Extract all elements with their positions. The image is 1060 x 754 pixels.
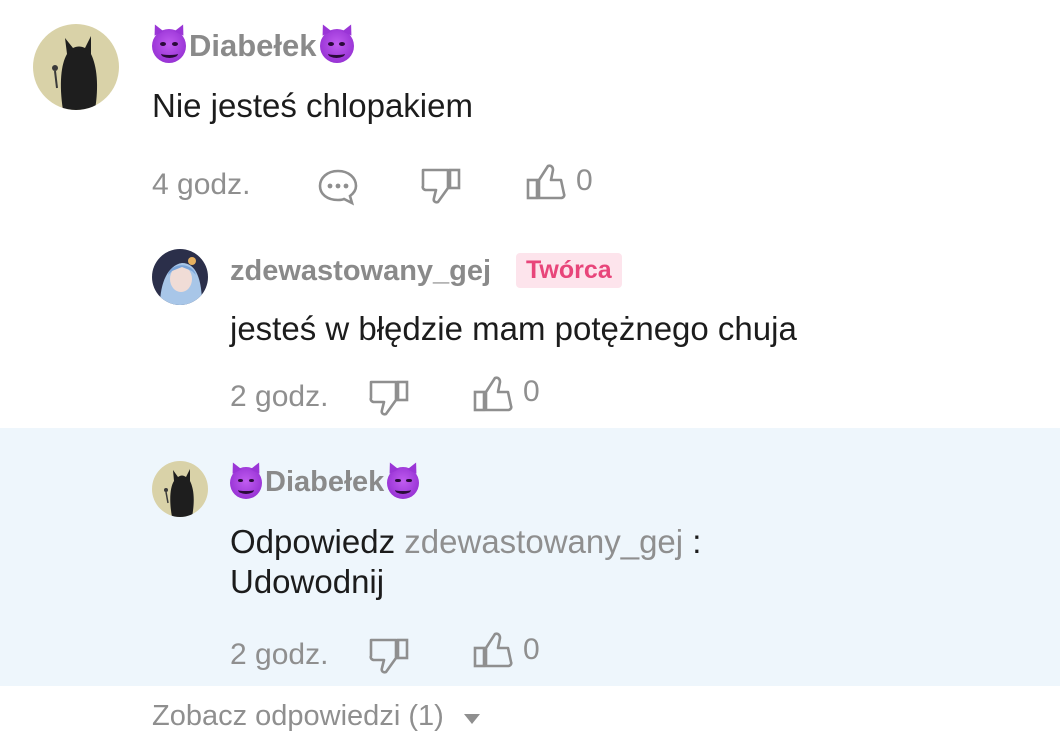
reply-body: Udowodnij [230,563,385,600]
reply-separator: : [683,523,702,560]
mention-link[interactable]: zdewastowany_gej [404,523,683,560]
thumbs-down-icon[interactable] [368,378,410,423]
creator-badge: Twórca [516,253,622,288]
devil-emoji-icon [230,466,262,499]
avatar-zdewastowany-gej[interactable] [152,249,208,305]
avatar-diabelek[interactable] [33,24,119,110]
thumbs-up-icon[interactable] [525,162,567,207]
thumbs-up-icon[interactable] [472,630,514,675]
comment-text: Nie jesteś chlopakiem [152,87,473,124]
devil-emoji-icon [387,466,420,499]
comment-text: Odpowiedz zdewastowany_gej : Udowodnij [230,522,701,602]
reply-prefix: Odpowiedz [230,523,396,560]
comment-time: 2 godz. [230,638,329,671]
caret-down-icon [463,713,480,724]
thumbs-down-icon[interactable] [368,636,410,681]
like-count: 0 [523,633,540,666]
reply-bubble-icon[interactable] [318,168,358,211]
comment-text: jesteś w błędzie mam potężnego chuja [230,310,797,347]
view-replies-button[interactable]: Zobacz odpowiedzi (1) [152,700,480,733]
like-count: 0 [576,164,593,197]
username-diabelek[interactable]: Diabełek [230,466,420,499]
thumbs-up-icon[interactable] [472,374,514,419]
devil-emoji-icon [152,29,186,63]
avatar-diabelek[interactable] [152,461,208,517]
like-count: 0 [523,375,540,408]
thumbs-down-icon[interactable] [420,166,462,211]
comment-time: 2 godz. [230,380,329,413]
username-zdewastowany-gej[interactable]: zdewastowany_gej [230,255,491,288]
comment-time: 4 godz. [152,168,251,201]
username-diabelek[interactable]: Diabełek [152,28,354,64]
devil-emoji-icon [319,29,354,63]
